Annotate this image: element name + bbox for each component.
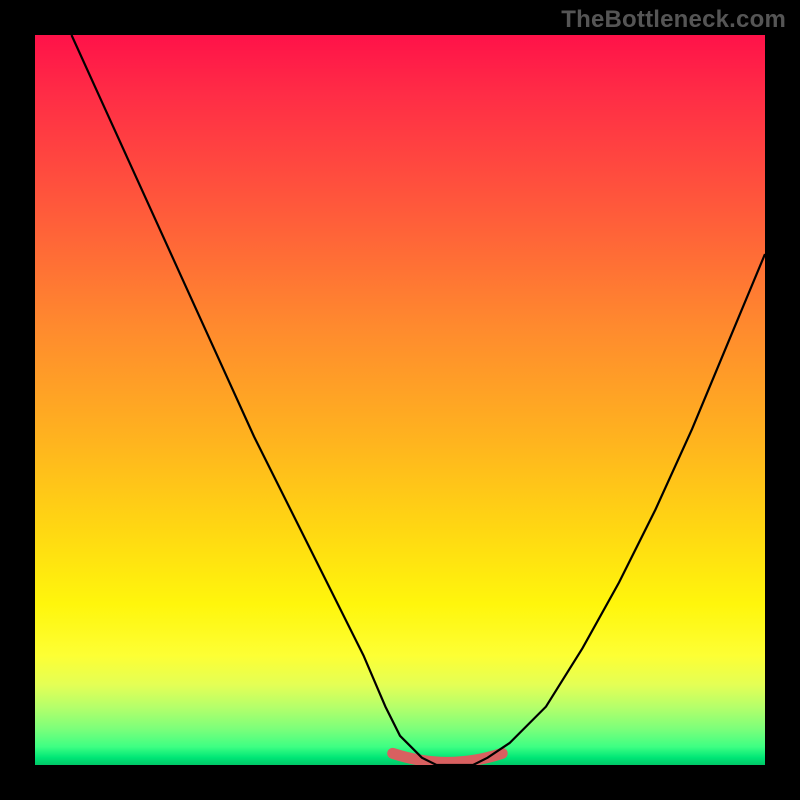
watermark-text: TheBottleneck.com xyxy=(561,6,786,34)
bottleneck-curve xyxy=(72,35,766,765)
plot-area xyxy=(35,35,765,765)
chart-frame: TheBottleneck.com xyxy=(0,0,800,800)
curve-layer xyxy=(35,35,765,765)
